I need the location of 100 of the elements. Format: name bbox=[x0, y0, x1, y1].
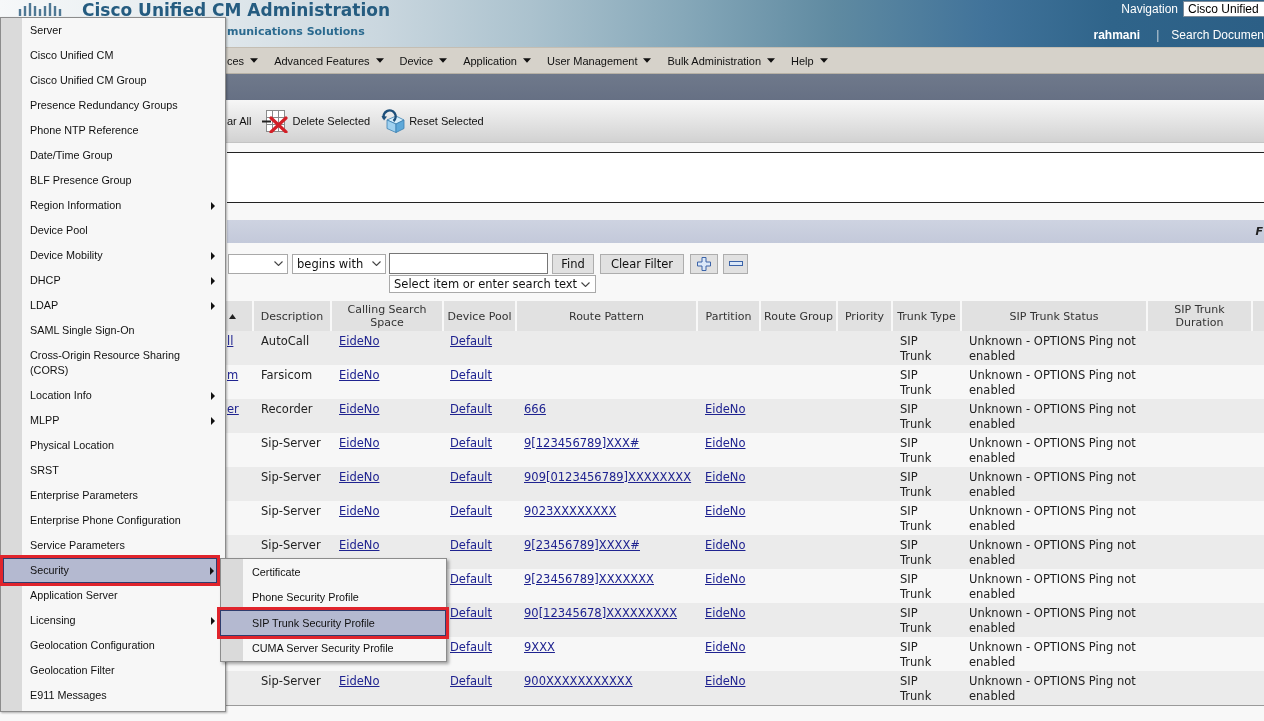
menu-bar-item[interactable]: User Management bbox=[546, 54, 652, 67]
table-link[interactable]: Default bbox=[450, 504, 493, 518]
menu-item[interactable]: Enterprise Parameters bbox=[1, 483, 219, 508]
menu-item[interactable]: Cross-Origin Resource Sharing (CORS) bbox=[1, 343, 219, 383]
column-header[interactable]: Device Pool bbox=[443, 301, 516, 331]
menu-item[interactable]: Region Information bbox=[1, 193, 219, 218]
table-link[interactable]: 9[123456789]XXX# bbox=[524, 436, 640, 450]
search-suggestion-dropdown[interactable]: Select item or enter search text bbox=[389, 275, 596, 293]
menu-item[interactable]: SIP Trunk Security Profile bbox=[217, 607, 449, 639]
caret-right-icon bbox=[211, 201, 215, 210]
menu-item[interactable]: Service Parameters bbox=[1, 533, 219, 558]
table-link[interactable]: EideNo bbox=[339, 538, 380, 552]
menu-item[interactable]: Date/Time Group bbox=[1, 143, 219, 168]
menu-item[interactable]: LDAP bbox=[1, 293, 219, 318]
menu-item[interactable]: MLPP bbox=[1, 408, 219, 433]
minus-icon bbox=[728, 261, 743, 266]
menu-item[interactable]: Licensing bbox=[1, 608, 219, 633]
caret-down-icon bbox=[375, 58, 384, 63]
column-header[interactable]: Description bbox=[253, 301, 331, 331]
menu-item[interactable]: Physical Location bbox=[1, 433, 219, 458]
navigation-select[interactable]: Cisco Unified bbox=[1183, 1, 1264, 17]
table-link[interactable]: Default bbox=[450, 436, 493, 450]
table-link[interactable]: EideNo bbox=[339, 402, 380, 416]
table-link[interactable]: 666 bbox=[524, 402, 546, 416]
menu-item[interactable]: Cisco Unified CM Group bbox=[1, 68, 219, 93]
table-link[interactable]: EideNo bbox=[705, 640, 746, 654]
column-header[interactable]: Trunk Type bbox=[892, 301, 961, 331]
menu-item[interactable]: SRST bbox=[1, 458, 219, 483]
caret-down-icon bbox=[819, 58, 828, 63]
menu-item[interactable]: Phone Security Profile bbox=[221, 584, 446, 610]
table-cell: AutoCall bbox=[261, 334, 310, 348]
column-header[interactable]: Priority bbox=[837, 301, 892, 331]
filter-button[interactable]: Clear Filter bbox=[600, 253, 684, 274]
menu-item[interactable]: E911 Messages bbox=[1, 683, 219, 708]
search-field[interactable] bbox=[389, 253, 548, 274]
table-link[interactable]: EideNo bbox=[339, 436, 380, 450]
column-header[interactable]: SIP Trunk Duration bbox=[1147, 301, 1252, 331]
menu-item[interactable]: Device Pool bbox=[1, 218, 219, 243]
menu-item[interactable]: Enterprise Phone Configuration bbox=[1, 508, 219, 533]
menu-bar-item[interactable]: ces bbox=[227, 54, 259, 67]
caret-right-icon bbox=[211, 391, 215, 400]
table-link[interactable]: EideNo bbox=[705, 436, 746, 450]
menu-item[interactable]: DHCP bbox=[1, 268, 219, 293]
menu-bar-item[interactable]: Device bbox=[399, 54, 448, 67]
table-cell: Unknown - OPTIONS Ping not enabled bbox=[969, 538, 1136, 567]
table-link[interactable]: Default bbox=[450, 368, 493, 382]
table-link[interactable]: EideNo bbox=[339, 470, 380, 484]
table-cell: Unknown - OPTIONS Ping not enabled bbox=[969, 606, 1136, 635]
table-link[interactable]: EideNo bbox=[339, 674, 380, 688]
menu-item[interactable]: Geolocation Filter bbox=[1, 658, 219, 683]
table-link[interactable]: EideNo bbox=[339, 504, 380, 518]
table-link[interactable]: 9023XXXXXXXX bbox=[524, 504, 617, 518]
menu-item[interactable]: Certificate bbox=[221, 559, 446, 585]
table-cell: Unknown - OPTIONS Ping not enabled bbox=[969, 504, 1136, 533]
table-link[interactable]: m bbox=[227, 368, 239, 382]
table-link[interactable]: ll bbox=[227, 334, 234, 348]
search-documentation-link[interactable]: Search Documen bbox=[1171, 28, 1264, 42]
column-header[interactable]: SIP Trunk Status bbox=[961, 301, 1147, 331]
menu-bar-item[interactable]: Help bbox=[791, 54, 828, 67]
filter-icon-button[interactable] bbox=[723, 253, 748, 274]
menu-item[interactable]: Phone NTP Reference bbox=[1, 118, 219, 143]
toolbar-button[interactable]: Reset Selected bbox=[381, 109, 484, 133]
table-cell: SIP Trunk bbox=[900, 572, 932, 601]
menu-item[interactable]: Presence Redundancy Groups bbox=[1, 93, 219, 118]
caret-right-icon bbox=[211, 301, 215, 310]
table-link[interactable]: Default bbox=[450, 572, 493, 586]
column-header[interactable]: Partition bbox=[697, 301, 760, 331]
table-link[interactable]: EideNo bbox=[705, 572, 746, 586]
menu-item[interactable]: SAML Single Sign-On bbox=[1, 318, 219, 343]
filter-icon-button[interactable] bbox=[690, 253, 718, 274]
table-link[interactable]: EideNo bbox=[339, 368, 380, 382]
menu-bar-item[interactable]: Bulk Administration bbox=[667, 54, 775, 67]
toolbar-button[interactable]: ar All bbox=[227, 115, 252, 127]
menu-item[interactable]: Application Server bbox=[1, 583, 219, 608]
table-link[interactable]: 9[23456789]XXXXXXX bbox=[524, 572, 654, 586]
menu-item[interactable]: Security bbox=[0, 555, 220, 586]
toolbar-button[interactable]: Delete Selected bbox=[262, 109, 371, 133]
table-link[interactable]: er bbox=[227, 402, 239, 416]
app-subtitle: munications Solutions bbox=[227, 26, 365, 38]
table-cell: SIP Trunk bbox=[900, 504, 932, 533]
table-link[interactable]: Default bbox=[450, 640, 493, 654]
column-header[interactable] bbox=[226, 301, 253, 331]
caret-right-icon bbox=[211, 616, 215, 625]
menu-item[interactable]: Cisco Unified CM bbox=[1, 43, 219, 68]
table-cell: Unknown - OPTIONS Ping not enabled bbox=[969, 640, 1136, 669]
select-field[interactable] bbox=[228, 253, 288, 274]
menu-item[interactable]: Device Mobility bbox=[1, 243, 219, 268]
column-header[interactable]: Calling Search Space bbox=[331, 301, 443, 331]
table-link[interactable]: EideNo bbox=[705, 504, 746, 518]
menu-item[interactable]: Server bbox=[1, 18, 219, 43]
table-link[interactable]: EideNo bbox=[339, 334, 380, 348]
menu-item[interactable]: Geolocation Configuration bbox=[1, 633, 219, 658]
condition-select[interactable]: begins with bbox=[292, 253, 386, 274]
menu-item[interactable]: BLF Presence Group bbox=[1, 168, 219, 193]
filter-button[interactable]: Find bbox=[552, 253, 594, 274]
menu-bar-item[interactable]: Advanced Features bbox=[274, 54, 384, 67]
table-link[interactable]: 9XXX bbox=[524, 640, 555, 654]
menu-bar-item[interactable]: Application bbox=[463, 54, 531, 67]
menu-item[interactable]: Location Info bbox=[1, 383, 219, 408]
column-header[interactable]: Route Pattern bbox=[516, 301, 697, 331]
